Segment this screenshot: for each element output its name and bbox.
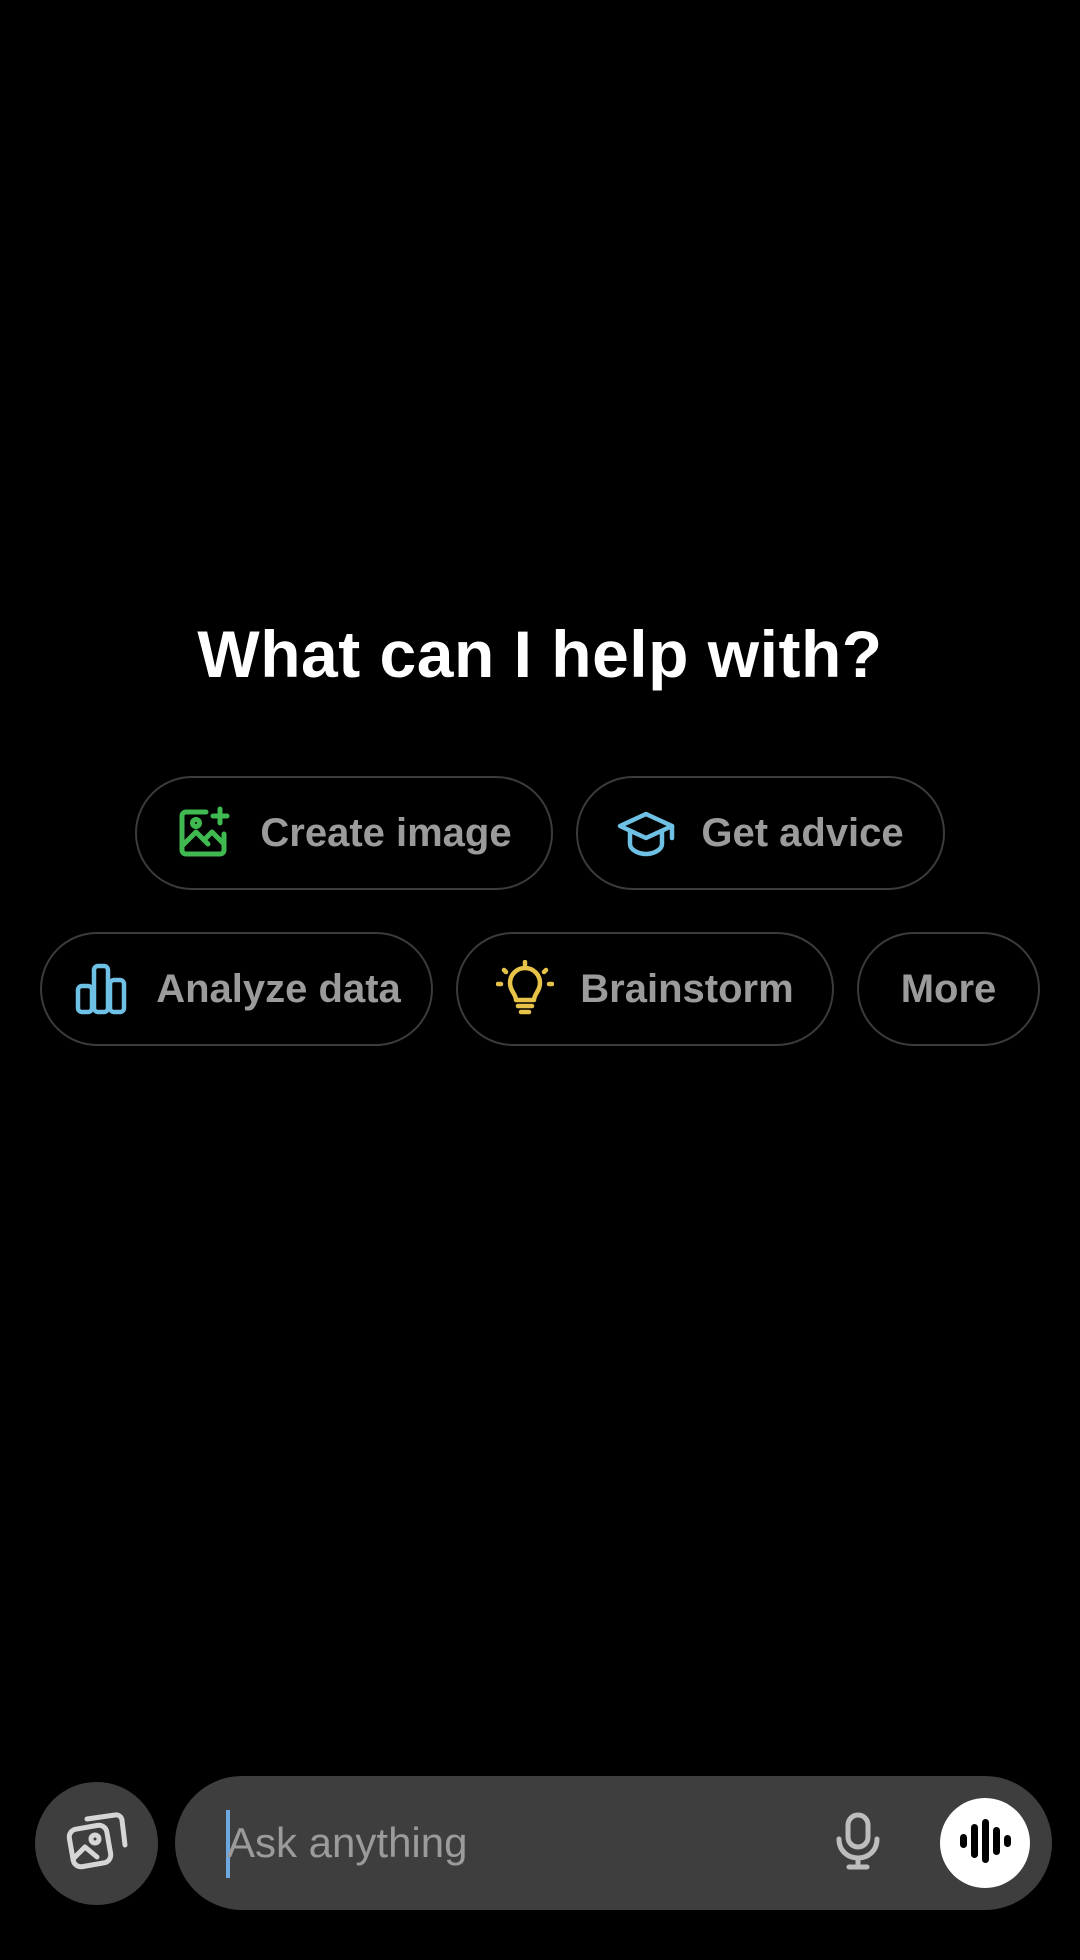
lightbulb-icon [496, 960, 555, 1018]
dictate-button[interactable] [825, 1810, 891, 1876]
analyze-data-button[interactable]: Analyze data [40, 932, 433, 1046]
get-advice-button[interactable]: Get advice [576, 776, 945, 890]
create-image-label: Create image [260, 810, 512, 855]
graduation-cap-icon [617, 804, 675, 862]
brainstorm-button[interactable]: Brainstorm [456, 932, 834, 1046]
microphone-icon [833, 1811, 883, 1876]
get-advice-label: Get advice [701, 810, 904, 855]
more-button[interactable]: More [857, 932, 1040, 1046]
gallery-icon [65, 1809, 129, 1878]
create-image-button[interactable]: Create image [135, 776, 553, 890]
gallery-button[interactable] [35, 1782, 158, 1905]
page-title: What can I help with? [197, 617, 883, 691]
ask-input[interactable] [227, 1776, 787, 1910]
voice-waveform-icon [958, 1818, 1012, 1868]
bar-chart-icon [72, 960, 130, 1018]
more-label: More [900, 966, 997, 1011]
image-sparkle-icon [176, 804, 234, 862]
composer-bar [175, 1776, 1052, 1910]
voice-mode-button[interactable] [940, 1798, 1030, 1888]
brainstorm-label: Brainstorm [580, 966, 794, 1011]
analyze-data-label: Analyze data [156, 966, 401, 1011]
